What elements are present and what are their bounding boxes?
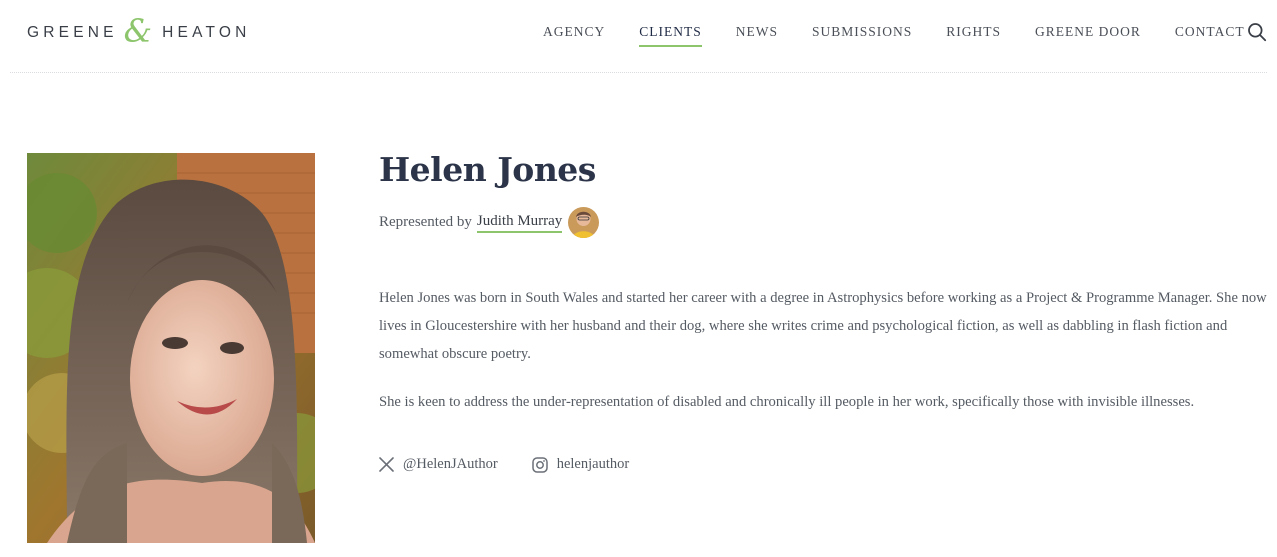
client-name: Helen Jones [379,150,596,189]
nav-item-clients[interactable]: CLIENTS [639,24,702,47]
instagram-handle: helenjauthor [556,456,630,472]
client-profile: Helen Jones Represented by Judith Murray… [379,150,1269,473]
nav-item-rights[interactable]: RIGHTS [946,24,1001,44]
instagram-icon [531,456,548,473]
agent-link[interactable]: Judith Murray [476,213,563,233]
bio-paragraph: Helen Jones was born in South Wales and … [379,290,1267,362]
x-handle: @HelenJAuthor [403,456,498,472]
client-bio: Helen Jones was born in South Wales and … [379,284,1269,416]
nav-item-news[interactable]: NEWS [736,24,778,44]
bio-paragraph: She is keen to address the under-represe… [379,394,1195,410]
nav-item-agency[interactable]: AGENCY [543,24,605,44]
main-nav: AGENCY CLIENTS NEWS SUBMISSIONS RIGHTS G… [543,24,1277,47]
x-link[interactable]: @HelenJAuthor [379,456,498,473]
logo-text-left: GREENE [27,24,118,41]
client-photo [27,153,315,543]
x-icon [379,457,394,472]
represented-by-label: Represented by [379,214,472,230]
nav-item-submissions[interactable]: SUBMISSIONS [812,24,912,44]
instagram-link[interactable]: helenjauthor [531,456,630,473]
represented-by: Represented by Judith Murray [379,207,1269,238]
header-divider [10,72,1267,73]
site-header: GREENE & HEATON AGENCY CLIENTS NEWS SUBM… [0,0,1277,72]
nav-item-greene-door[interactable]: GREENE DOOR [1035,24,1141,44]
nav-item-contact[interactable]: CONTACT [1175,24,1245,44]
search-icon[interactable] [1247,22,1267,42]
logo-text-right: HEATON [162,24,251,41]
logo-ampersand: & [123,12,153,50]
agent-avatar[interactable] [568,207,600,238]
site-logo[interactable]: GREENE & HEATON [27,12,251,50]
social-links: @HelenJAuthor helenjauthor [379,456,1269,473]
